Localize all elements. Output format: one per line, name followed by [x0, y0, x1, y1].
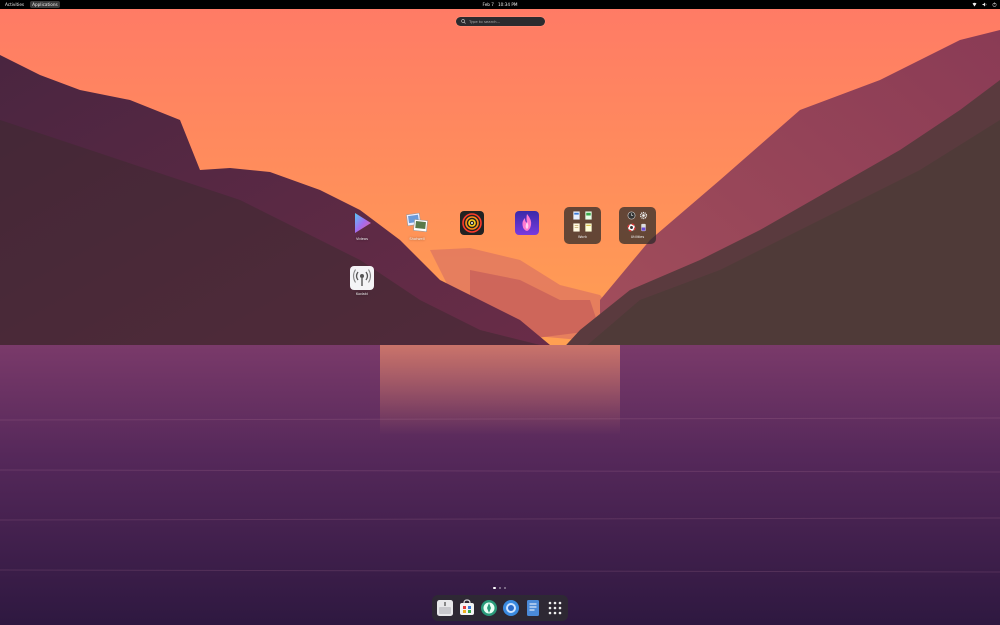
app-label: Shotwell — [409, 237, 425, 241]
power-icon[interactable] — [992, 2, 997, 7]
folder-work[interactable]: Work — [564, 207, 601, 244]
top-bar: Activities Applications Feb 7 10:34 PM — [0, 0, 1000, 9]
spreadsheet-icon — [585, 211, 592, 220]
page-dot[interactable] — [503, 587, 506, 589]
text-document-icon — [573, 223, 580, 232]
search-bar[interactable] — [456, 17, 545, 26]
app-shotwell[interactable]: Shotwell — [397, 211, 437, 241]
volume-icon[interactable] — [982, 2, 987, 7]
network-icon[interactable] — [972, 2, 977, 7]
app-kooha[interactable]: Kodaki — [342, 266, 382, 296]
clock-time: 10:34 PM — [497, 2, 518, 7]
app-green-icon[interactable] — [480, 599, 498, 617]
clock[interactable]: Feb 7 10:34 PM — [0, 0, 1000, 9]
app-flame[interactable] — [507, 211, 547, 237]
flame-app-icon — [515, 211, 539, 235]
app-label: Kodaki — [356, 292, 368, 296]
help-lifebuoy-icon — [627, 223, 636, 232]
document-icon — [573, 211, 580, 220]
search-input[interactable] — [469, 19, 539, 24]
folder-label: Utilities — [630, 235, 645, 239]
software-store-icon[interactable] — [458, 599, 476, 617]
page-dot-active[interactable] — [493, 586, 496, 590]
show-apps-grid-icon[interactable] — [546, 599, 564, 617]
page-dot[interactable] — [498, 587, 501, 589]
app-videos[interactable]: Videos — [342, 211, 382, 241]
app-radar[interactable] — [452, 211, 492, 237]
search-icon — [461, 19, 466, 24]
dock — [432, 595, 568, 621]
gear-icon — [639, 211, 648, 220]
radar-rings-icon — [460, 211, 484, 235]
clock-date: Feb 7 — [482, 2, 494, 7]
notes-icon — [585, 223, 592, 232]
files-icon[interactable] — [436, 599, 454, 617]
videos-play-icon — [355, 213, 371, 233]
clock-icon — [627, 211, 636, 220]
app-label: Videos — [356, 237, 368, 241]
text-editor-icon[interactable] — [524, 599, 542, 617]
photos-stack-icon — [406, 212, 428, 233]
folder-label: Work — [577, 235, 588, 239]
desktop-wallpaper — [0, 0, 1000, 625]
page-indicator[interactable] — [493, 586, 506, 590]
web-browser-icon[interactable] — [502, 599, 520, 617]
broadcast-icon — [350, 266, 374, 290]
folder-utilities[interactable]: Utilities — [619, 207, 656, 244]
usb-drive-icon — [641, 223, 646, 232]
